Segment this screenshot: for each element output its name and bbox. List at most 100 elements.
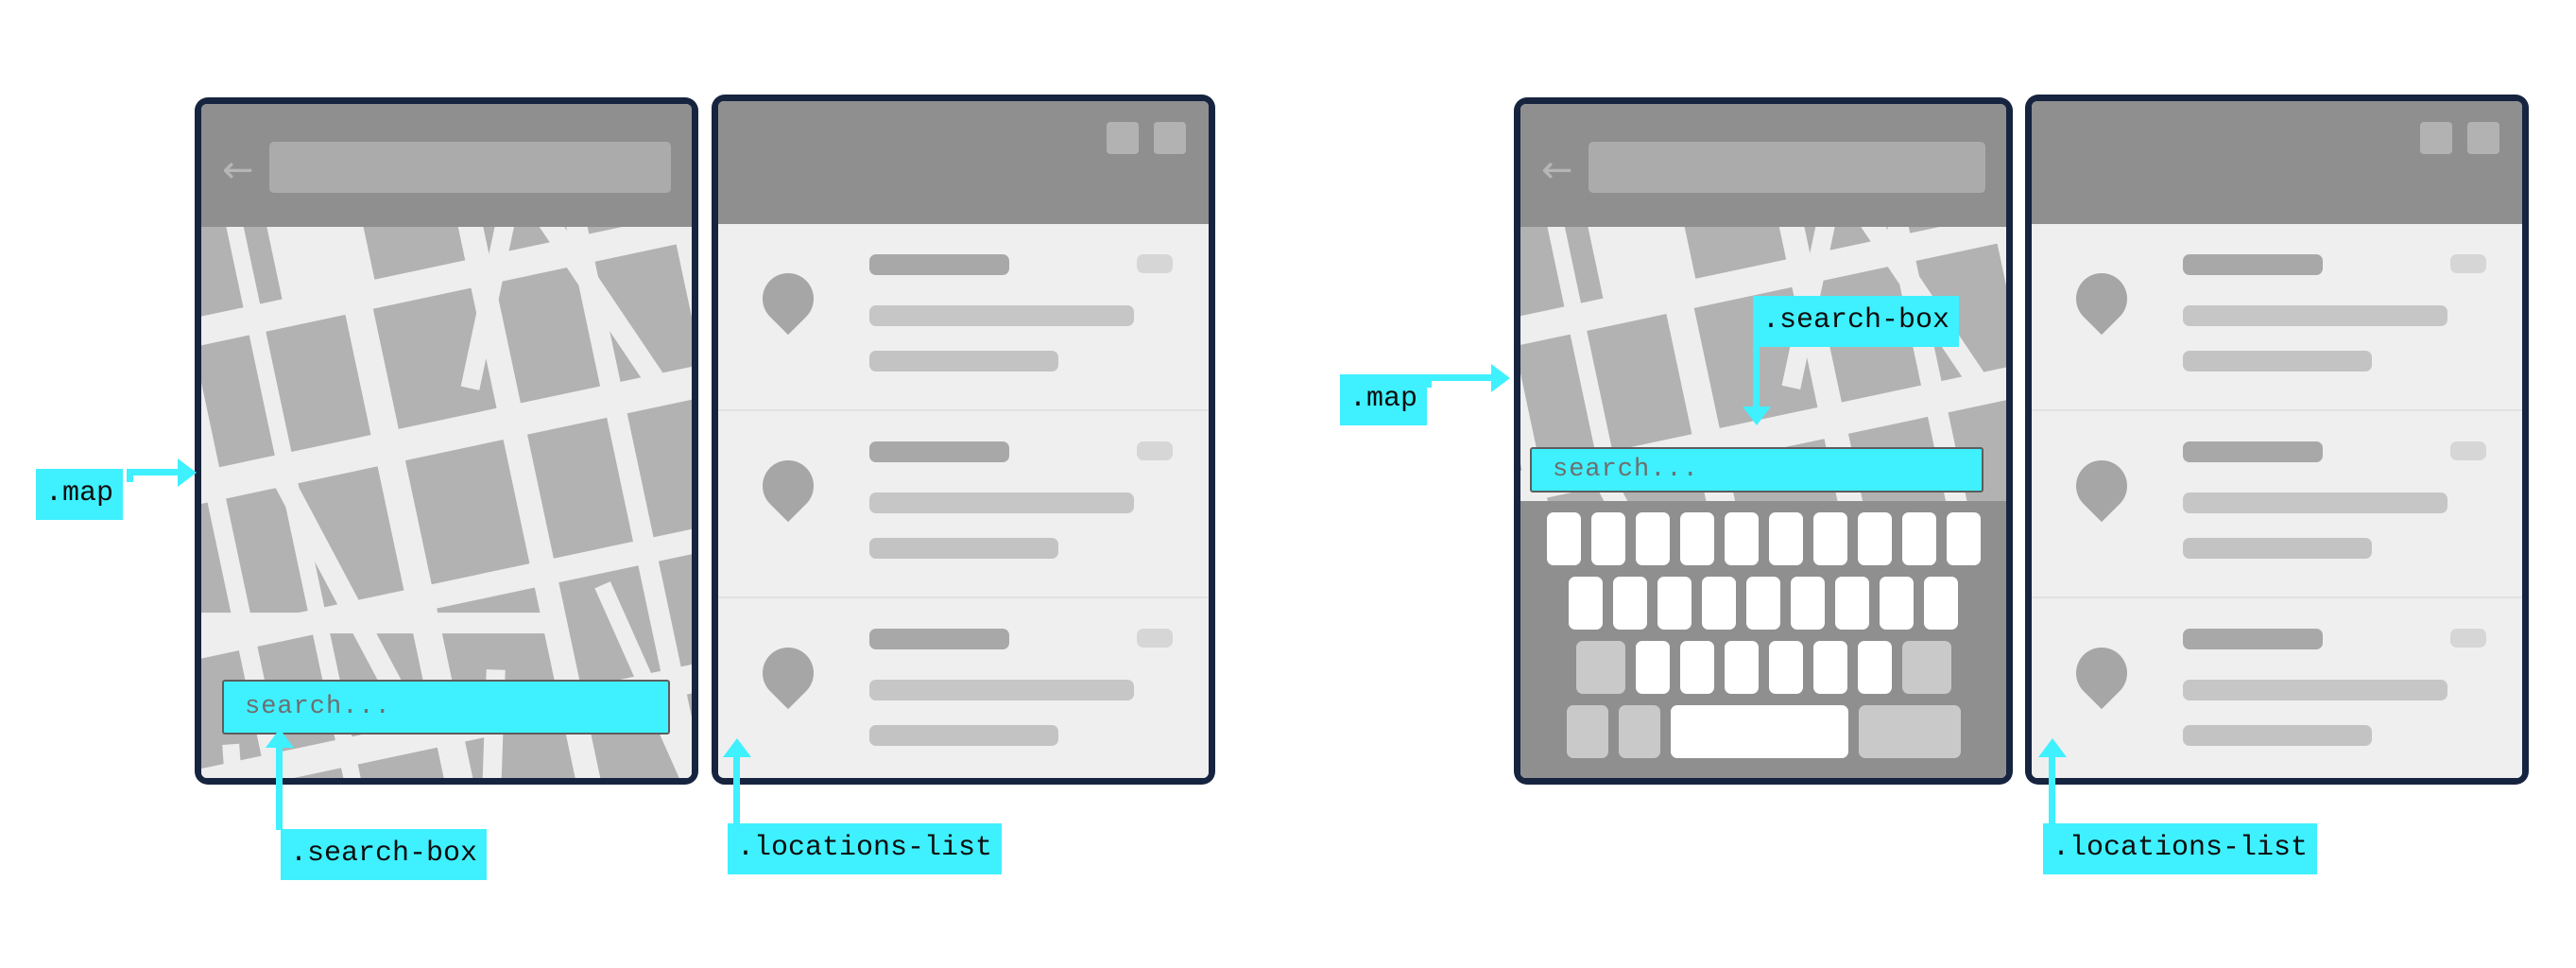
map-phone-keyboard-open: ← search... — [1514, 97, 2013, 785]
letter-key[interactable] — [1835, 577, 1869, 630]
annotation-label-locations-list-right: .locations-list — [2043, 823, 2318, 874]
letter-key[interactable] — [1768, 641, 1803, 694]
item-line1-skeleton — [869, 305, 1134, 326]
annotation-leader-map-right — [1425, 374, 1496, 381]
backspace-key[interactable] — [1901, 641, 1951, 694]
letter-key[interactable] — [1724, 512, 1759, 565]
letter-key[interactable] — [1791, 577, 1825, 630]
annotation-leader-map-right-2 — [1425, 374, 1432, 388]
keyboard-row-3 — [1530, 641, 1997, 694]
url-bar[interactable] — [1589, 142, 1985, 193]
search-input-placeholder: search... — [245, 693, 391, 721]
item-line2-skeleton — [869, 351, 1058, 372]
item-title-skeleton — [2183, 629, 2323, 649]
annotation-arrowhead-locations-list-left — [723, 738, 751, 757]
item-title-skeleton — [869, 441, 1009, 462]
letter-key[interactable] — [1946, 512, 1981, 565]
letter-key[interactable] — [1880, 577, 1914, 630]
search-box[interactable]: search... — [1530, 447, 1984, 493]
locations-list[interactable] — [2032, 224, 2522, 778]
letter-key[interactable] — [1546, 512, 1581, 565]
status-badge — [2450, 254, 2486, 273]
map-pin-icon — [2065, 636, 2138, 710]
letter-key[interactable] — [1635, 512, 1670, 565]
map-phone-closed: ← search... — [195, 97, 698, 785]
map-pin-icon — [2065, 262, 2138, 336]
letter-key[interactable] — [1590, 512, 1625, 565]
list-item[interactable] — [2032, 598, 2522, 778]
status-badge — [1137, 254, 1173, 273]
letter-key[interactable] — [1857, 512, 1892, 565]
item-title-skeleton — [2183, 441, 2323, 462]
locations-list-phone-closed — [712, 95, 1215, 785]
letter-key[interactable] — [1812, 641, 1847, 694]
letter-key[interactable] — [1724, 641, 1759, 694]
search-input-placeholder: search... — [1553, 456, 1699, 484]
item-title-skeleton — [2183, 254, 2323, 275]
locations-list-phone-screen — [2032, 101, 2522, 778]
locations-list[interactable] — [718, 224, 1209, 778]
window-chrome — [2032, 101, 2522, 224]
letter-key[interactable] — [1901, 512, 1936, 565]
map-phone-statusbar: ← — [201, 104, 692, 227]
map-pin-icon — [2065, 449, 2138, 523]
keyboard-row-1 — [1530, 512, 1997, 565]
item-line2-skeleton — [869, 538, 1058, 559]
map-phone-screen: ← search... — [201, 104, 692, 778]
wireframe-canvas: ← search... ← search... .map .search-box… — [0, 0, 2576, 968]
maximize-button[interactable] — [1154, 122, 1186, 154]
keyboard-row-4 — [1530, 705, 1997, 758]
letter-key[interactable] — [1613, 577, 1647, 630]
annotation-label-map-right: .map — [1340, 374, 1428, 425]
item-line1-skeleton — [869, 493, 1134, 513]
letter-key[interactable] — [1857, 641, 1892, 694]
map-pin-icon — [751, 262, 825, 336]
space-key[interactable] — [1670, 705, 1848, 758]
list-item[interactable] — [718, 224, 1209, 411]
letter-key[interactable] — [1812, 512, 1847, 565]
list-item[interactable] — [718, 411, 1209, 598]
emoji-key[interactable] — [1618, 705, 1660, 758]
minimize-button[interactable] — [2420, 122, 2452, 154]
list-item[interactable] — [2032, 224, 2522, 411]
letter-key[interactable] — [1657, 577, 1692, 630]
annotation-arrowhead-map-right — [1491, 364, 1510, 392]
map-pin-icon — [751, 449, 825, 523]
url-bar[interactable] — [269, 142, 671, 193]
item-line2-skeleton — [869, 725, 1058, 746]
list-item[interactable] — [2032, 411, 2522, 598]
search-box[interactable]: search... — [222, 680, 670, 735]
annotation-arrowhead-search-box-right — [1743, 406, 1771, 425]
map-phone-statusbar: ← — [1520, 104, 2006, 227]
minimize-button[interactable] — [1107, 122, 1139, 154]
letter-key[interactable] — [1679, 641, 1714, 694]
annotation-label-search-box-right: .search-box — [1753, 296, 1960, 347]
enter-key[interactable] — [1858, 705, 1961, 758]
letter-key[interactable] — [1702, 577, 1736, 630]
annotation-label-locations-list-left: .locations-list — [728, 823, 1003, 874]
status-badge — [2450, 441, 2486, 460]
shift-key[interactable] — [1575, 641, 1625, 694]
item-line2-skeleton — [2183, 538, 2372, 559]
maximize-button[interactable] — [2467, 122, 2499, 154]
letter-key[interactable] — [1746, 577, 1780, 630]
back-arrow-icon[interactable]: ← — [1541, 151, 1573, 189]
letter-key[interactable] — [1768, 512, 1803, 565]
letter-key[interactable] — [1924, 577, 1958, 630]
symbols-key[interactable] — [1566, 705, 1608, 758]
locations-list-phone-keyboard-open — [2025, 95, 2529, 785]
item-line1-skeleton — [2183, 680, 2447, 700]
item-line2-skeleton — [2183, 351, 2372, 372]
list-item[interactable] — [718, 598, 1209, 778]
letter-key[interactable] — [1679, 512, 1714, 565]
status-badge — [1137, 441, 1173, 460]
letter-key[interactable] — [1569, 577, 1603, 630]
annotation-arrowhead-search-box-left — [266, 729, 294, 748]
back-arrow-icon[interactable]: ← — [222, 151, 254, 189]
annotation-arrowhead-map-left — [178, 458, 197, 487]
on-screen-keyboard[interactable] — [1520, 501, 2006, 778]
annotation-leader-map-left-2 — [127, 469, 133, 482]
annotation-leader-map-left — [127, 469, 185, 475]
letter-key[interactable] — [1635, 641, 1670, 694]
locations-list-phone-screen — [718, 101, 1209, 778]
